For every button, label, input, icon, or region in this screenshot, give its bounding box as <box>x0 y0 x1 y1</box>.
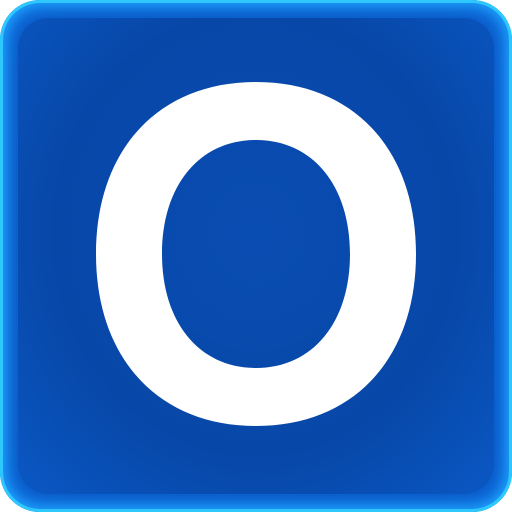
letter-o-glyph <box>96 82 416 426</box>
letter-o-ring <box>96 82 416 426</box>
app-icon-canvas <box>0 0 512 512</box>
app-icon[interactable] <box>0 0 512 512</box>
